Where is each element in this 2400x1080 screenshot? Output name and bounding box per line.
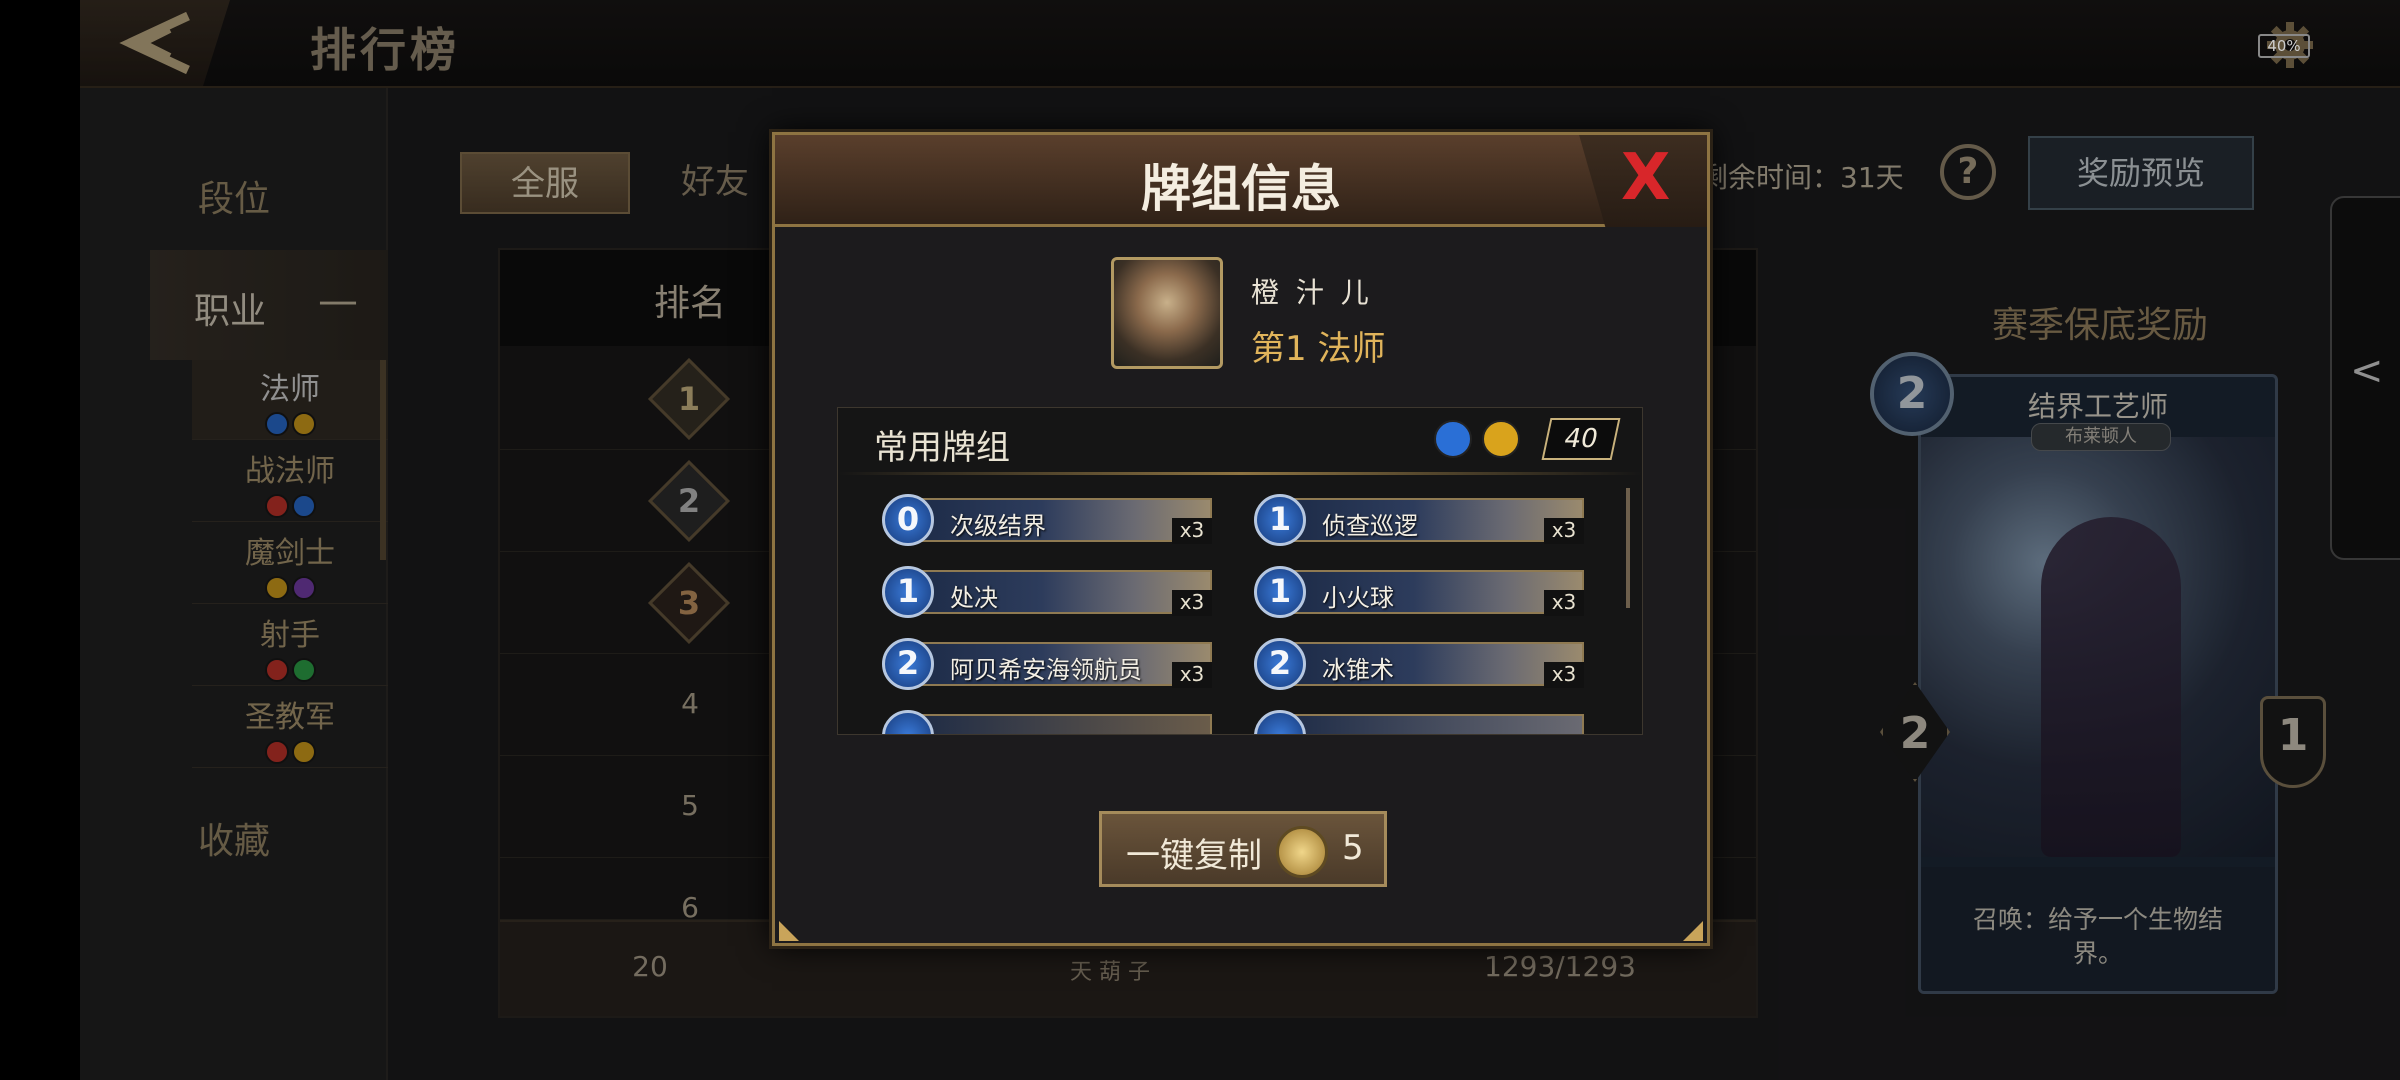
card-quantity: x3 (1172, 590, 1212, 616)
card-quantity: x3 (1544, 518, 1584, 544)
gold-coin-icon (1276, 826, 1328, 878)
card-cost: 1 (1254, 494, 1306, 546)
card-name: 次级结界 (950, 512, 1046, 540)
list-item[interactable]: 0 次级结界 x3 (882, 494, 1212, 546)
deck-scrollbar[interactable] (1626, 488, 1630, 608)
card-quantity: x3 (1172, 662, 1212, 688)
card-cost: 1 (1254, 566, 1306, 618)
deck-divider (838, 472, 1642, 475)
card-quantity: x3 (1172, 518, 1212, 544)
card-art-strip (902, 570, 1212, 614)
copy-deck-button[interactable]: 一键复制 5 (1099, 811, 1387, 887)
close-icon[interactable]: X (1621, 141, 1670, 215)
card-art-strip (1274, 570, 1584, 614)
list-item[interactable]: 1 处决 x3 (882, 566, 1212, 618)
corner-ornament (1683, 921, 1703, 941)
card-art-strip (1274, 642, 1584, 686)
card-quantity: x3 (1544, 590, 1584, 616)
willpower-attribute-icon (1482, 420, 1520, 458)
card-art-strip (902, 714, 1212, 734)
list-item[interactable]: 1 侦查巡逻 x3 (1254, 494, 1584, 546)
card-name: 小火球 (1322, 584, 1394, 612)
card-art-strip (1274, 498, 1584, 542)
list-item[interactable]: 2 阿贝希安海领航员 x3 (882, 638, 1212, 690)
deck-title: 常用牌组 (874, 428, 1010, 468)
copy-deck-label: 一键复制 (1126, 836, 1262, 876)
list-item-partial[interactable] (1254, 710, 1584, 734)
card-cost: 1 (882, 566, 934, 618)
card-name: 侦查巡逻 (1322, 512, 1418, 540)
card-name: 阿贝希安海领航员 (950, 656, 1142, 684)
deck-panel: 常用牌组 40 0 次级结界 x3 1 侦查巡逻 x3 1 处决 x3 1 小火… (837, 407, 1643, 735)
copy-deck-cost: 5 (1342, 828, 1364, 868)
card-art-strip (1274, 714, 1584, 734)
card-cost: 2 (1254, 638, 1306, 690)
deck-info-dialog: 牌组信息 X 橙 汁 儿 第1 法师 常用牌组 40 0 次级结界 x3 1 侦… (772, 132, 1710, 946)
card-cost: 2 (882, 638, 934, 690)
player-name: 橙 汁 儿 (1251, 276, 1373, 309)
list-item[interactable]: 2 冰锥术 x3 (1254, 638, 1584, 690)
avatar (1111, 257, 1223, 369)
list-item-partial[interactable] (882, 710, 1212, 734)
deck-card-count: 40 (1541, 418, 1621, 460)
list-item[interactable]: 1 小火球 x3 (1254, 566, 1584, 618)
card-name: 处决 (950, 584, 998, 612)
battery-indicator: 40% (2258, 34, 2310, 58)
dialog-title: 牌组信息 (1141, 160, 1341, 218)
player-rank: 第1 法师 (1251, 329, 1386, 369)
card-art-strip (902, 498, 1212, 542)
card-name: 冰锥术 (1322, 656, 1394, 684)
intelligence-attribute-icon (1434, 420, 1472, 458)
card-quantity: x3 (1544, 662, 1584, 688)
corner-ornament (779, 921, 799, 941)
card-cost: 0 (882, 494, 934, 546)
dialog-header: 牌组信息 X (775, 135, 1707, 227)
